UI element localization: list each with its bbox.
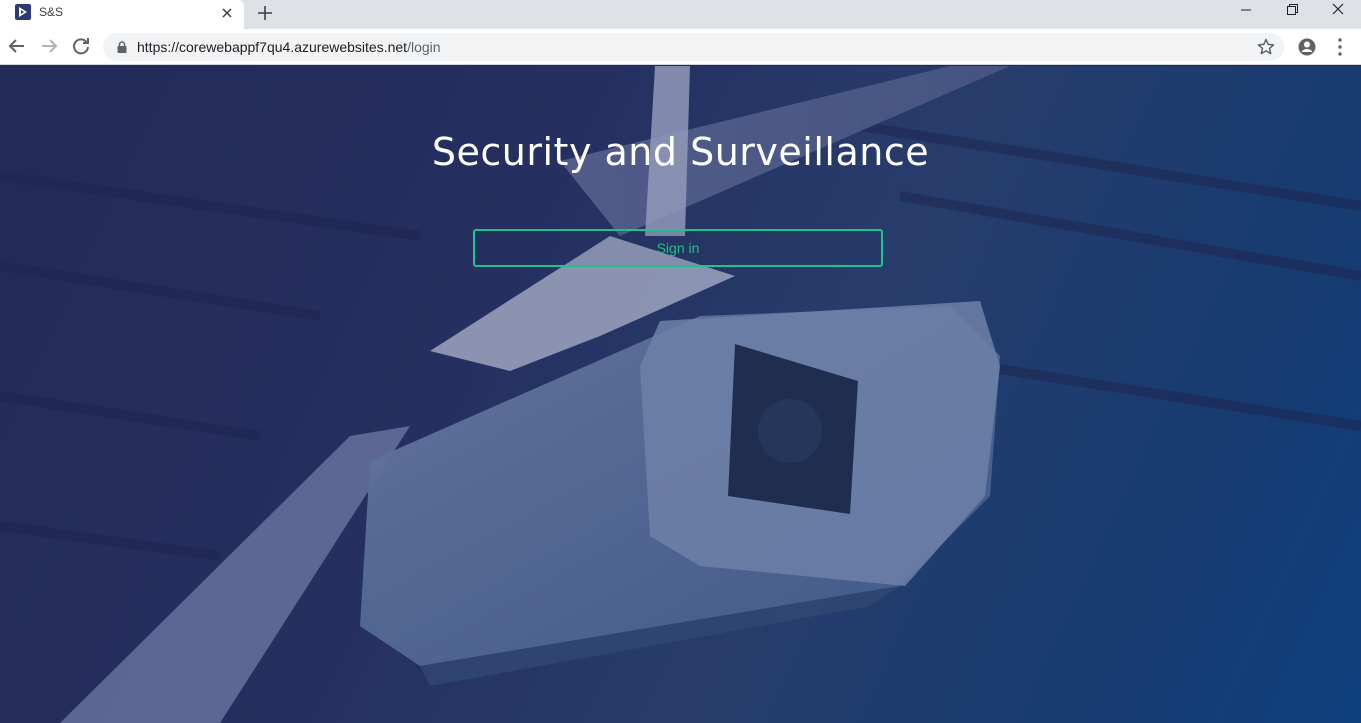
url-path: /login xyxy=(407,39,441,55)
browser-tab[interactable]: S&S xyxy=(0,0,244,29)
browser-titlebar: S&S xyxy=(0,0,1361,29)
browser-toolbar: https://corewebappf7qu4.azurewebsites.ne… xyxy=(0,29,1361,65)
reload-icon[interactable] xyxy=(69,34,93,58)
menu-icon[interactable] xyxy=(1328,35,1352,59)
sign-in-button[interactable]: Sign in xyxy=(473,229,883,267)
new-tab-icon[interactable] xyxy=(254,2,276,24)
window-close-icon[interactable] xyxy=(1315,0,1361,24)
back-icon[interactable] xyxy=(5,34,29,58)
maximize-icon[interactable] xyxy=(1269,0,1315,24)
lock-icon[interactable] xyxy=(115,40,129,54)
page-title: Security and Surveillance xyxy=(431,130,930,174)
close-icon[interactable] xyxy=(217,3,237,23)
minimize-icon[interactable] xyxy=(1223,0,1269,24)
url-host: https://corewebappf7qu4.azurewebsites.ne… xyxy=(137,39,408,55)
app-logo-icon xyxy=(15,4,31,20)
star-icon[interactable] xyxy=(1256,37,1276,57)
forward-icon[interactable] xyxy=(37,34,61,58)
tab-title: S&S xyxy=(39,5,64,19)
url-text: https://corewebappf7qu4.azurewebsites.ne… xyxy=(137,39,441,55)
login-page: Security and Surveillance Sign in xyxy=(0,66,1361,723)
profile-icon[interactable] xyxy=(1295,35,1319,59)
address-bar[interactable]: https://corewebappf7qu4.azurewebsites.ne… xyxy=(103,33,1284,61)
